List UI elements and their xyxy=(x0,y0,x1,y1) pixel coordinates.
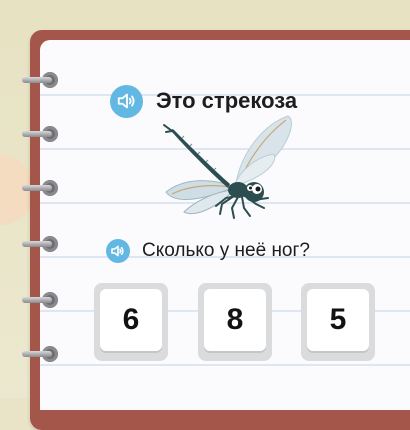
answer-label: 5 xyxy=(307,289,369,351)
answer-label: 6 xyxy=(100,289,162,351)
spiral-ring xyxy=(22,180,62,196)
question-row: Сколько у неё ног? xyxy=(106,238,310,264)
answer-button-6[interactable]: 6 xyxy=(94,283,168,361)
question-speaker-button[interactable] xyxy=(106,239,130,263)
dragonfly-illustration xyxy=(163,115,292,219)
task-title: Это стрекоза xyxy=(156,88,298,113)
spiral-ring xyxy=(22,236,62,252)
speaker-icon xyxy=(117,93,135,109)
spiral-ring xyxy=(22,72,62,88)
spiral-ring xyxy=(22,346,62,362)
answer-button-8[interactable]: 8 xyxy=(198,283,272,361)
spiral-ring xyxy=(22,292,62,308)
title-speaker-button[interactable] xyxy=(110,84,143,118)
answer-button-5[interactable]: 5 xyxy=(301,283,375,361)
question-text: Сколько у неё ног? xyxy=(142,240,310,261)
answer-label: 8 xyxy=(204,289,266,351)
speaker-icon xyxy=(111,245,124,257)
spiral-ring xyxy=(22,126,62,142)
